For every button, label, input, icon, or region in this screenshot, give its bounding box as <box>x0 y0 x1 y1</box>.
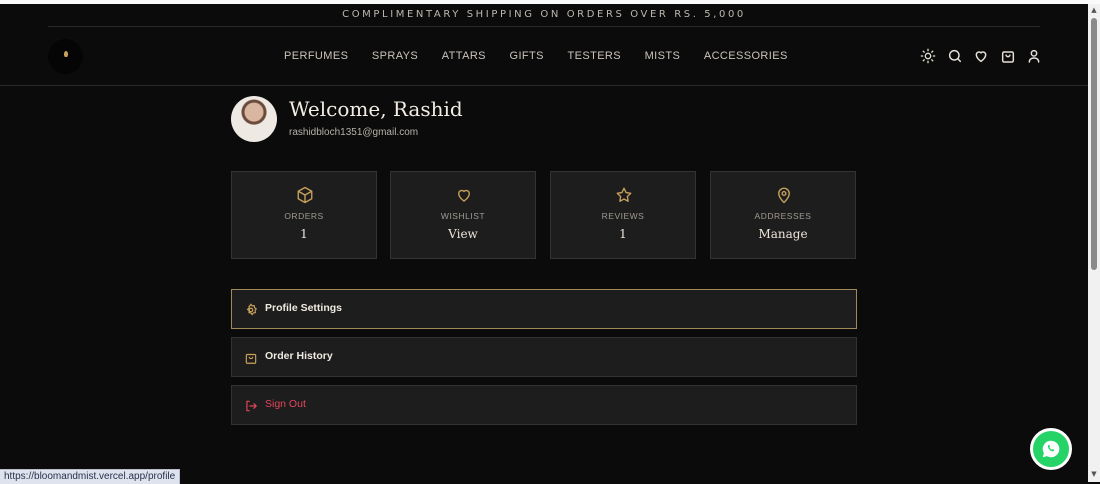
announcement-bar: COMPLIMENTARY SHIPPING ON ORDERS OVER RS… <box>342 9 746 20</box>
stat-value: Manage <box>758 227 808 241</box>
stat-label: ORDERS <box>284 211 324 221</box>
sun-icon[interactable] <box>920 48 938 66</box>
stat-card-addresses[interactable]: ADDRESSES Manage <box>710 171 856 259</box>
menu-order-history[interactable]: Order History <box>231 337 857 377</box>
scroll-up-arrow-icon[interactable]: ▲ <box>1090 6 1098 14</box>
logo-flame-icon <box>63 50 68 57</box>
whatsapp-icon <box>1042 440 1060 458</box>
menu-profile-settings[interactable]: Profile Settings <box>231 289 857 329</box>
map-pin-icon <box>775 186 793 204</box>
page-title: Welcome, Rashid <box>289 97 463 121</box>
scroll-thumb[interactable] <box>1091 18 1097 270</box>
user-email: rashidbloch1351@gmail.com <box>289 127 419 138</box>
header-actions <box>920 48 1053 66</box>
nav-accessories[interactable]: ACCESSORIES <box>704 50 788 62</box>
user-icon[interactable] <box>1026 48 1044 66</box>
main-nav: PERFUMES SPRAYS ATTARS GIFTS TESTERS MIS… <box>272 27 811 85</box>
bag-icon[interactable] <box>1000 48 1018 66</box>
heart-icon[interactable] <box>973 48 991 66</box>
site-logo[interactable]: ​ <box>48 39 83 74</box>
bag-icon <box>244 350 258 364</box>
whatsapp-chat-button[interactable] <box>1030 428 1072 470</box>
gear-icon <box>244 302 258 316</box>
nav-attars[interactable]: ATTARS <box>442 50 486 62</box>
menu-sign-out[interactable]: Sign Out <box>231 385 857 425</box>
nav-testers[interactable]: TESTERS <box>567 50 621 62</box>
sign-out-icon <box>244 398 258 412</box>
box-icon <box>296 186 314 204</box>
avatar <box>231 96 277 142</box>
menu-label: Sign Out <box>265 398 306 410</box>
divider <box>0 85 1088 86</box>
stat-label: REVIEWS <box>601 211 645 221</box>
stat-label: ADDRESSES <box>754 211 812 221</box>
stat-value: View <box>448 227 478 241</box>
nav-sprays[interactable]: SPRAYS <box>372 50 418 62</box>
stat-card-wishlist[interactable]: WISHLIST View <box>390 171 536 259</box>
stat-card-orders[interactable]: ORDERS 1 <box>231 171 377 259</box>
heart-icon <box>455 186 473 204</box>
site-header: ​ PERFUMES SPRAYS ATTARS GIFTS TESTERS M… <box>0 27 1088 85</box>
stat-value: 1 <box>300 227 308 241</box>
scroll-down-arrow-icon[interactable]: ▼ <box>1090 470 1098 478</box>
stat-card-reviews[interactable]: REVIEWS 1 <box>550 171 696 259</box>
stat-label: WISHLIST <box>440 211 486 221</box>
search-icon[interactable] <box>947 48 965 66</box>
star-icon <box>615 186 633 204</box>
nav-gifts[interactable]: GIFTS <box>510 50 544 62</box>
nav-mists[interactable]: MISTS <box>645 50 681 62</box>
stat-value: 1 <box>619 227 627 241</box>
nav-perfumes[interactable]: PERFUMES <box>284 50 348 62</box>
page-scrollbar[interactable]: ▲ ▼ <box>1088 4 1100 482</box>
menu-label: Profile Settings <box>265 302 343 314</box>
menu-label: Order History <box>265 350 333 362</box>
